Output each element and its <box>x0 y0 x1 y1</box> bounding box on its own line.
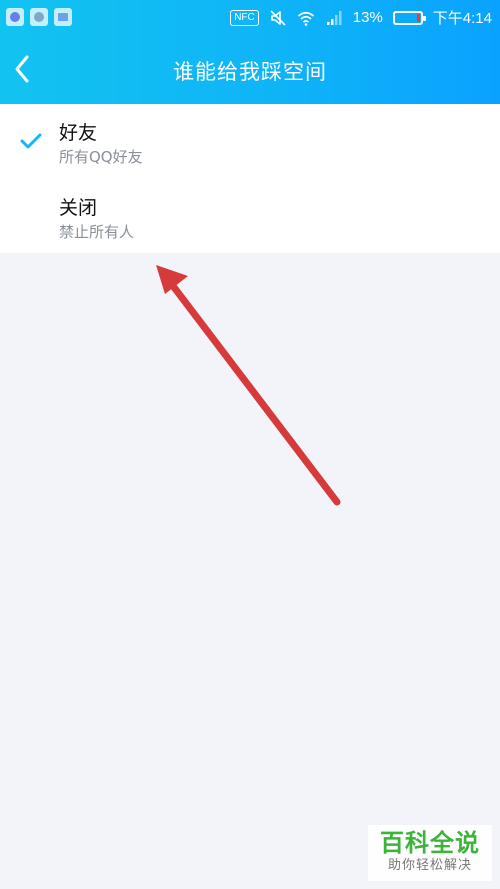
battery-level <box>416 13 420 22</box>
signal-icon <box>326 10 342 25</box>
mute-icon <box>270 9 286 26</box>
option-description: 所有QQ好友 <box>59 148 143 166</box>
watermark-title: 百科全说 <box>380 829 480 857</box>
app-icon-3 <box>54 8 72 26</box>
wifi-icon <box>297 11 314 26</box>
battery-percent: 13% <box>352 9 383 26</box>
clock: 下午4:14 <box>432 10 492 27</box>
visibility-option-list: 好友 所有QQ好友 关闭 禁止所有人 <box>0 104 500 253</box>
battery-icon <box>392 10 426 25</box>
option-off[interactable]: 关闭 禁止所有人 <box>0 179 500 253</box>
option-friends[interactable]: 好友 所有QQ好友 <box>0 104 500 179</box>
app-icon-1 <box>6 8 24 26</box>
app-header: NFC 13% 下午4:14 谁能给我踩空间 <box>0 0 500 104</box>
notification-icons <box>6 8 72 26</box>
option-label: 关闭 <box>59 197 98 219</box>
page-title: 谁能给我踩空间 <box>173 60 327 84</box>
option-label: 好友 <box>59 122 98 144</box>
checkmark-icon <box>20 133 42 149</box>
system-status: NFC 13% 下午4:14 <box>230 7 492 28</box>
watermark-logo: 百科全说 助你轻松解决 <box>368 825 492 881</box>
app-icon-2 <box>30 8 48 26</box>
status-bar: NFC 13% 下午4:14 <box>0 0 500 34</box>
option-description: 禁止所有人 <box>59 223 135 241</box>
nfc-icon: NFC <box>230 9 259 26</box>
watermark-slogan: 助你轻松解决 <box>387 858 472 873</box>
title-bar: 谁能给我踩空间 <box>0 34 500 104</box>
